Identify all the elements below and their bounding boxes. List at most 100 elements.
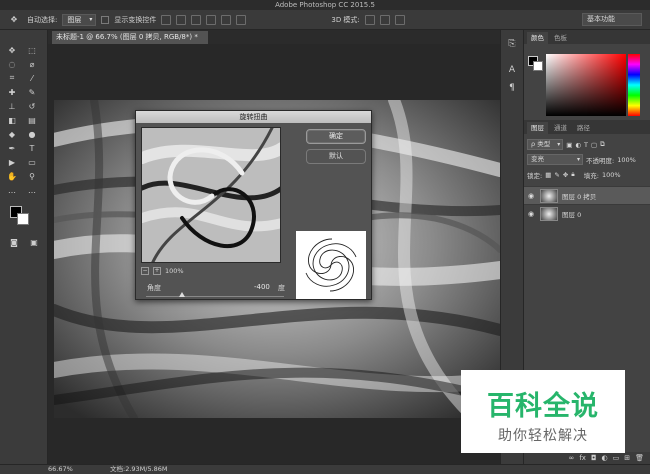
more-tools-2-icon[interactable]: … <box>24 184 40 196</box>
align-bottom-icon[interactable] <box>191 14 202 25</box>
history-panel-icon[interactable]: ⎘ <box>506 38 518 50</box>
align-vcenter-icon[interactable] <box>176 14 187 25</box>
new-layer-icon[interactable]: ⊞ <box>624 454 630 462</box>
dialog-title: 旋转扭曲 <box>239 113 268 121</box>
layer-thumbnail <box>540 188 558 203</box>
opacity-value[interactable]: 100% <box>617 156 636 164</box>
tab-paths[interactable]: 路径 <box>573 122 594 134</box>
visibility-eye-icon[interactable]: ◉ <box>528 192 536 200</box>
layer-row[interactable]: ◉ 图层 0 <box>524 204 650 222</box>
filter-preview[interactable] <box>141 127 281 263</box>
rotate-3d-icon[interactable] <box>364 14 375 25</box>
align-left-icon[interactable] <box>206 14 217 25</box>
crop-icon[interactable]: ⌗ <box>4 72 20 84</box>
healing-icon[interactable]: ✚ <box>4 86 20 98</box>
path-select-icon[interactable]: ▶ <box>4 156 20 168</box>
hand-icon[interactable]: ✋ <box>4 170 20 182</box>
blend-mode-dropdown[interactable]: 变亮 <box>527 154 583 165</box>
tab-swatches[interactable]: 色板 <box>550 32 571 44</box>
marquee-icon[interactable]: ⬚ <box>24 44 40 56</box>
stamp-icon[interactable]: ⊥ <box>4 100 20 112</box>
layer-kind-filter[interactable]: ρ 类型 <box>527 139 564 150</box>
color-picker-field[interactable] <box>546 54 626 116</box>
angle-input[interactable]: -400 <box>254 283 270 291</box>
screen-mode-icon[interactable]: ▣ <box>26 236 42 248</box>
filter-type-icon[interactable]: T <box>584 141 588 149</box>
status-doc-info[interactable]: 文档:2.93M/5.86M <box>110 465 168 474</box>
pan-3d-icon[interactable] <box>394 14 405 25</box>
delete-layer-icon[interactable]: 🗑︎ <box>635 454 644 462</box>
tab-layers[interactable]: 图层 <box>527 122 548 134</box>
paragraph-panel-icon[interactable]: ¶ <box>506 82 518 94</box>
tab-color[interactable]: 颜色 <box>527 32 548 44</box>
hue-slider[interactable] <box>628 54 640 116</box>
align-hcenter-icon[interactable] <box>221 14 232 25</box>
dialog-title-bar[interactable]: 旋转扭曲 <box>136 111 371 123</box>
blur-icon[interactable]: ◆ <box>4 128 20 140</box>
fx-icon[interactable]: fx <box>579 454 586 462</box>
eyedropper-icon[interactable]: ⁄ <box>24 72 40 84</box>
ok-button[interactable]: 确定 <box>306 129 366 144</box>
auto-select-dropdown[interactable]: 图层 <box>62 13 97 26</box>
character-panel-icon[interactable]: A <box>506 64 518 76</box>
auto-select-label: 自动选择: <box>27 15 58 24</box>
lock-pixels-icon[interactable]: ▦ <box>545 171 551 179</box>
gradient-icon[interactable]: ▤ <box>24 114 40 126</box>
lock-move-icon[interactable]: ✥ <box>563 171 568 179</box>
zoom-in-button[interactable]: + <box>153 266 161 275</box>
window-title-bar: Adobe Photoshop CC 2015.5 <box>0 0 650 10</box>
new-group-icon[interactable]: ▭ <box>613 454 620 462</box>
quick-mask-icon[interactable]: ◙ <box>6 236 22 248</box>
quick-select-icon[interactable]: ⌀ <box>24 58 40 70</box>
brush-icon[interactable]: ✎ <box>24 86 40 98</box>
type-icon[interactable]: T <box>24 142 40 154</box>
workspace-dropdown[interactable]: 基本功能 <box>582 13 642 26</box>
move-tool-icon[interactable]: ✥ <box>6 14 22 26</box>
document-tab[interactable]: 未标题-1 @ 66.7% (图层 0 拷贝, RGB/8*) * <box>52 31 208 44</box>
shape-icon[interactable]: ▭ <box>24 156 40 168</box>
cancel-button[interactable]: 默认 <box>306 149 366 164</box>
tab-channels[interactable]: 通道 <box>550 122 571 134</box>
layer-row[interactable]: ◉ 图层 0 拷贝 <box>524 186 650 204</box>
angle-slider-track[interactable] <box>146 296 284 297</box>
filter-shape-icon[interactable]: ▢ <box>591 141 597 149</box>
layer-name[interactable]: 图层 0 拷贝 <box>562 191 596 201</box>
fill-value[interactable]: 100% <box>602 171 621 179</box>
tools-panel: ✥ ⬚ ◌ ⌀ ⌗ ⁄ ✚ ✎ ⊥ ↺ ◧ ▤ ◆ ● ✒ T ▶ ▭ ✋ ⚲ … <box>0 30 48 464</box>
status-zoom[interactable]: 66.67% <box>48 465 73 474</box>
panel-background-swatch[interactable] <box>533 61 543 71</box>
link-layers-icon[interactable]: ∞ <box>569 454 575 462</box>
lasso-icon[interactable]: ◌ <box>4 58 20 70</box>
document-tab-title: 未标题-1 @ 66.7% (图层 0 拷贝, RGB/8*) * <box>56 33 198 41</box>
lock-label: 锁定: <box>527 171 543 180</box>
align-right-icon[interactable] <box>236 14 247 25</box>
visibility-eye-icon[interactable]: ◉ <box>528 210 536 218</box>
align-top-icon[interactable] <box>161 14 172 25</box>
options-bar: ✥ 自动选择: 图层 显示变换控件 3D 模式: 基本功能 <box>0 10 650 30</box>
filter-adjust-icon[interactable]: ◐ <box>575 141 581 149</box>
zoom-out-button[interactable]: − <box>141 266 149 275</box>
twirl-diagram-lines <box>305 238 357 292</box>
lock-all-icon[interactable]: 🔒︎ <box>571 170 574 179</box>
dodge-icon[interactable]: ● <box>24 128 40 140</box>
layer-name[interactable]: 图层 0 <box>562 209 581 219</box>
show-transform-checkbox[interactable] <box>101 15 110 24</box>
new-adjustment-icon[interactable]: ◐ <box>602 454 608 462</box>
roll-3d-icon[interactable] <box>379 14 390 25</box>
fill-label: 填充: <box>583 171 599 180</box>
document-tab-bar: 未标题-1 @ 66.7% (图层 0 拷贝, RGB/8*) * <box>48 30 500 44</box>
watermark-logo: 百科全说 助你轻松解决 <box>461 370 625 453</box>
filter-smart-icon[interactable]: ⧉ <box>600 140 605 149</box>
window-title: Adobe Photoshop CC 2015.5 <box>275 1 375 9</box>
lock-paint-icon[interactable]: ✎ <box>554 171 559 179</box>
angle-slider-thumb[interactable] <box>178 292 185 297</box>
more-tools-icon[interactable]: … <box>4 184 20 196</box>
background-color-swatch[interactable] <box>17 213 29 225</box>
add-mask-icon[interactable]: ◘ <box>591 454 597 462</box>
history-brush-icon[interactable]: ↺ <box>24 100 40 112</box>
eraser-icon[interactable]: ◧ <box>4 114 20 126</box>
zoom-icon[interactable]: ⚲ <box>24 170 40 182</box>
move-icon[interactable]: ✥ <box>4 44 20 56</box>
filter-pixel-icon[interactable]: ▣ <box>566 141 572 149</box>
pen-icon[interactable]: ✒ <box>4 142 20 154</box>
